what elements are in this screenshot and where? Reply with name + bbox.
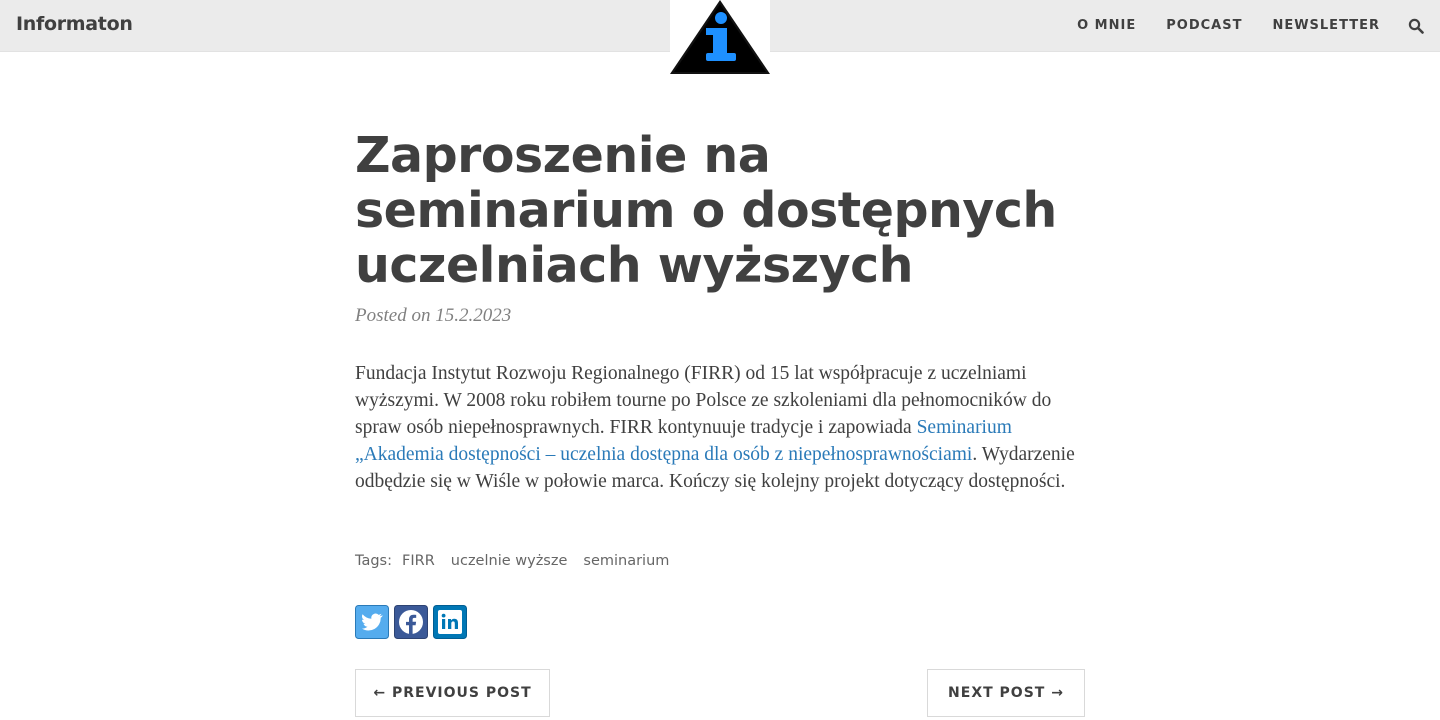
- nav-link-newsletter[interactable]: NEWSLETTER: [1272, 18, 1380, 33]
- tags-list: Tags: FIRR uczelnie wyższe seminarium: [355, 553, 669, 569]
- nav-link-podcast[interactable]: PODCAST: [1166, 18, 1242, 33]
- share-buttons: [355, 605, 467, 639]
- tag-link-firr[interactable]: FIRR: [402, 553, 435, 569]
- tag-link-seminarium[interactable]: seminarium: [583, 553, 669, 569]
- twitter-icon[interactable]: [355, 605, 389, 639]
- post-title: Zaproszenie na seminarium o dostępnych u…: [355, 127, 1057, 294]
- linkedin-icon[interactable]: [433, 605, 467, 639]
- nav-links: O MNIE PODCAST NEWSLETTER: [1077, 18, 1380, 33]
- nav-link-o-mnie[interactable]: O MNIE: [1077, 18, 1136, 33]
- tag-link-uczelnie[interactable]: uczelnie wyższe: [451, 553, 568, 569]
- next-post-button[interactable]: NEXT POST →: [927, 669, 1085, 717]
- post-body: Fundacja Instytut Rozwoju Regionalnego (…: [355, 360, 1085, 495]
- previous-post-button[interactable]: ← PREVIOUS POST: [355, 669, 550, 717]
- facebook-icon[interactable]: [394, 605, 428, 639]
- tags-label: Tags:: [355, 553, 392, 569]
- search-icon[interactable]: [1408, 18, 1424, 34]
- info-triangle-logo[interactable]: [670, 0, 770, 75]
- post-meta: Posted on 15.2.2023: [355, 305, 512, 326]
- brand-link[interactable]: Informaton: [16, 13, 133, 35]
